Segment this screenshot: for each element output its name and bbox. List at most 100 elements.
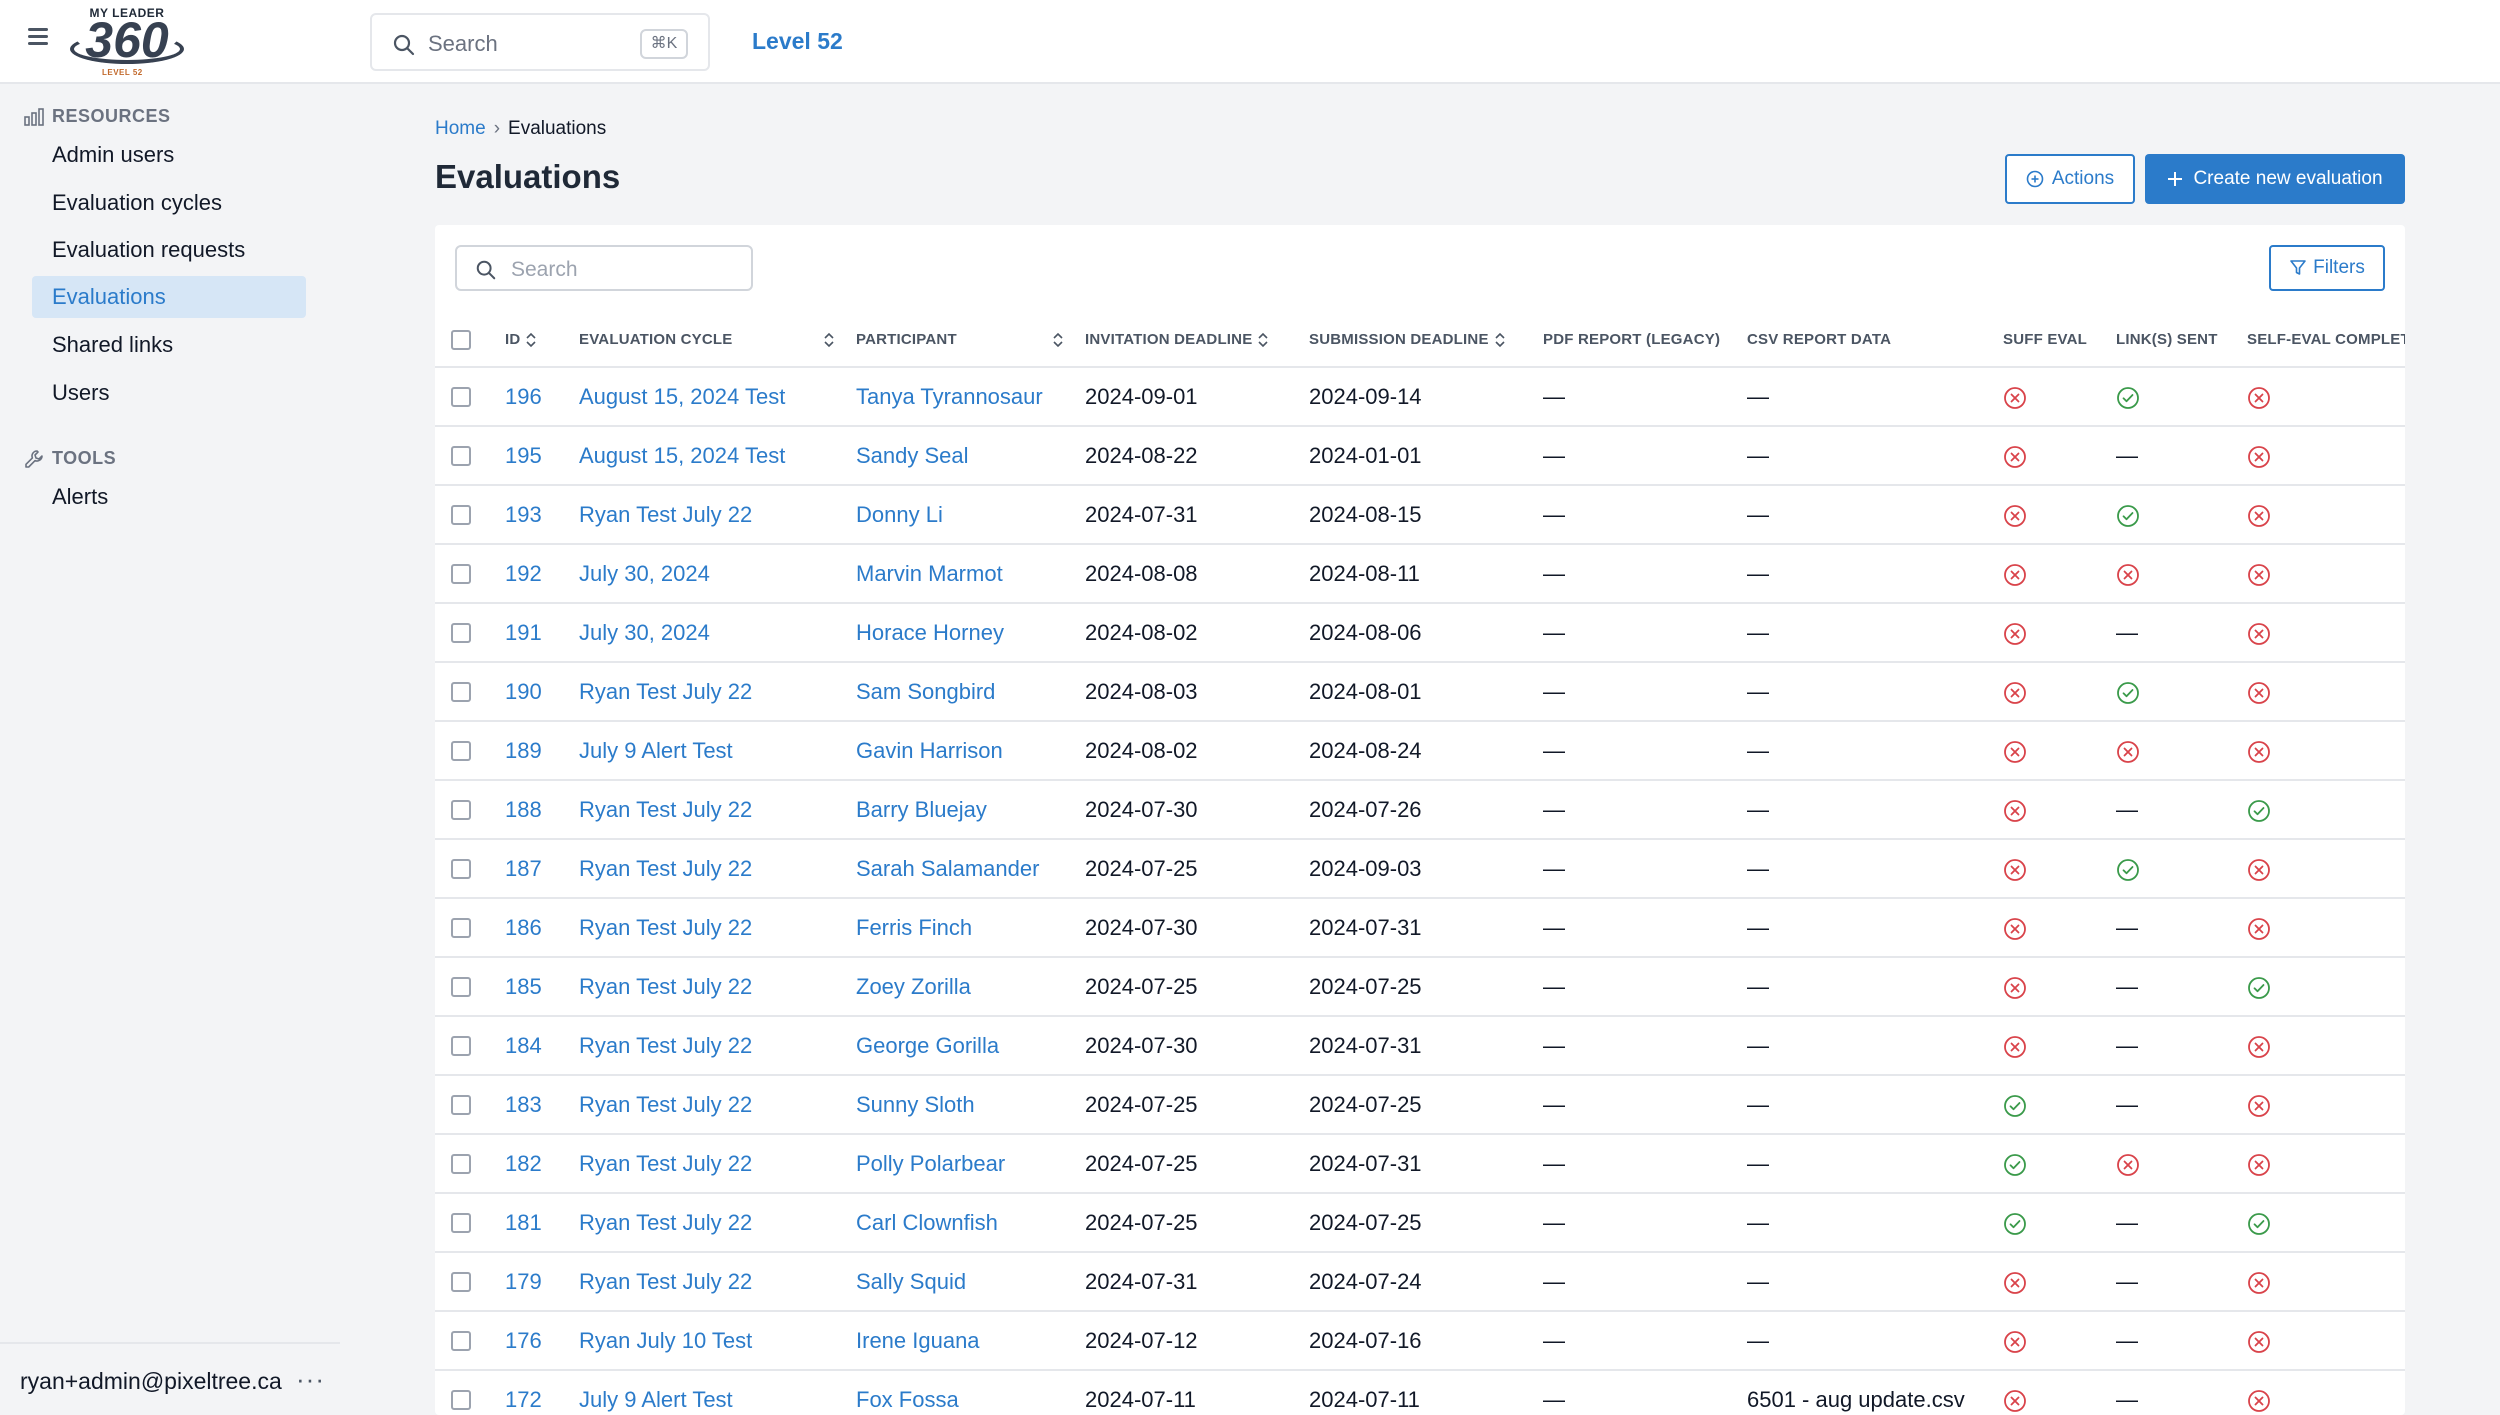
row-cycle-link[interactable]: Ryan Test July 22 (579, 679, 752, 704)
row-checkbox[interactable] (451, 504, 471, 525)
table-row[interactable]: 186 Ryan Test July 22 Ferris Finch 2024-07-… (435, 898, 2405, 958)
brand-link[interactable]: Level 52 (752, 28, 843, 55)
menu-icon[interactable] (28, 28, 48, 48)
row-checkbox[interactable] (451, 386, 471, 407)
table-row[interactable]: 182 Ryan Test July 22 Polly Polarbear 2024-… (435, 1134, 2405, 1194)
row-participant-link[interactable]: Sally Squid (856, 1269, 966, 1294)
row-cycle-link[interactable]: Ryan Test July 22 (579, 1210, 752, 1235)
row-participant-link[interactable]: Zoey Zorilla (856, 974, 971, 999)
more-options-icon[interactable]: ··· (296, 1364, 325, 1395)
row-id-link[interactable]: 190 (505, 679, 542, 704)
row-participant-link[interactable]: Sandy Seal (856, 443, 969, 468)
row-checkbox[interactable] (451, 1094, 471, 1115)
sidebar-item-alerts[interactable]: Alerts (32, 476, 306, 518)
table-search-input[interactable]: Search (455, 245, 753, 291)
row-cycle-link[interactable]: July 9 Alert Test (579, 738, 733, 763)
table-row[interactable]: 183 Ryan Test July 22 Sunny Sloth 2024-07-2… (435, 1075, 2405, 1135)
row-checkbox[interactable] (451, 445, 471, 466)
row-participant-link[interactable]: Sarah Salamander (856, 856, 1039, 881)
row-participant-link[interactable]: Fox Fossa (856, 1387, 959, 1412)
table-row[interactable]: 196 August 15, 2024 Test Tanya Tyrannosaur… (435, 367, 2405, 427)
select-all-checkbox[interactable] (451, 329, 471, 350)
row-participant-link[interactable]: Tanya Tyrannosaur (856, 384, 1043, 409)
table-row[interactable]: 184 Ryan Test July 22 George Gorilla 2024-0… (435, 1016, 2405, 1076)
table-row[interactable]: 188 Ryan Test July 22 Barry Bluejay 2024-07… (435, 780, 2405, 840)
row-id-link[interactable]: 186 (505, 915, 542, 940)
table-row[interactable]: 192 July 30, 2024 Marvin Marmot 2024-08-08 2… (435, 544, 2405, 604)
row-cycle-link[interactable]: July 30, 2024 (579, 620, 710, 645)
row-cycle-link[interactable]: August 15, 2024 Test (579, 384, 785, 409)
row-checkbox[interactable] (451, 622, 471, 643)
row-id-link[interactable]: 189 (505, 738, 542, 763)
sidebar-item-shared-links[interactable]: Shared links (32, 324, 306, 366)
row-checkbox[interactable] (451, 1212, 471, 1233)
row-checkbox[interactable] (451, 740, 471, 761)
row-id-link[interactable]: 187 (505, 856, 542, 881)
row-checkbox[interactable] (451, 799, 471, 820)
row-checkbox[interactable] (451, 1035, 471, 1056)
table-row[interactable]: 193 Ryan Test July 22 Donny Li 2024-07-31 20… (435, 485, 2405, 545)
row-id-link[interactable]: 196 (505, 384, 542, 409)
row-cycle-link[interactable]: Ryan Test July 22 (579, 1151, 752, 1176)
create-evaluation-button[interactable]: Create new evaluation (2145, 154, 2405, 204)
table-row[interactable]: 191 July 30, 2024 Horace Horney 2024-08-02 2… (435, 603, 2405, 663)
row-id-link[interactable]: 182 (505, 1151, 542, 1176)
row-participant-link[interactable]: Sunny Sloth (856, 1092, 975, 1117)
global-search-input[interactable]: Search ⌘K (370, 13, 710, 71)
row-id-link[interactable]: 193 (505, 502, 542, 527)
row-cycle-link[interactable]: Ryan Test July 22 (579, 502, 752, 527)
row-id-link[interactable]: 195 (505, 443, 542, 468)
header-participant[interactable]: PARTICIPANT (856, 313, 1085, 368)
row-id-link[interactable]: 192 (505, 561, 542, 586)
row-participant-link[interactable]: Sam Songbird (856, 679, 995, 704)
table-row[interactable]: 172 July 9 Alert Test Fox Fossa 2024-07-11 2… (435, 1370, 2405, 1415)
row-cycle-link[interactable]: Ryan Test July 22 (579, 1269, 752, 1294)
row-participant-link[interactable]: Gavin Harrison (856, 738, 1003, 763)
table-row[interactable]: 195 August 15, 2024 Test Sandy Seal 2024-08… (435, 426, 2405, 486)
table-row[interactable]: 190 Ryan Test July 22 Sam Songbird 2024-08-… (435, 662, 2405, 722)
row-cycle-link[interactable]: Ryan Test July 22 (579, 915, 752, 940)
row-id-link[interactable]: 172 (505, 1387, 542, 1412)
sidebar-item-evaluation-requests[interactable]: Evaluation requests (32, 229, 306, 271)
table-row[interactable]: 185 Ryan Test July 22 Zoey Zorilla 2024-07-… (435, 957, 2405, 1017)
row-participant-link[interactable]: Donny Li (856, 502, 943, 527)
row-participant-link[interactable]: Irene Iguana (856, 1328, 980, 1353)
row-participant-link[interactable]: Ferris Finch (856, 915, 972, 940)
row-checkbox[interactable] (451, 1271, 471, 1292)
sidebar-item-evaluations[interactable]: Evaluations (32, 276, 306, 318)
row-cycle-link[interactable]: August 15, 2024 Test (579, 443, 785, 468)
breadcrumb-home[interactable]: Home (435, 118, 486, 139)
row-participant-link[interactable]: Polly Polarbear (856, 1151, 1005, 1176)
row-participant-link[interactable]: Horace Horney (856, 620, 1004, 645)
row-cycle-link[interactable]: Ryan Test July 22 (579, 1092, 752, 1117)
row-cycle-link[interactable]: July 30, 2024 (579, 561, 710, 586)
row-cycle-link[interactable]: July 9 Alert Test (579, 1387, 733, 1412)
table-row[interactable]: 179 Ryan Test July 22 Sally Squid 2024-07-3… (435, 1252, 2405, 1312)
row-checkbox[interactable] (451, 681, 471, 702)
row-checkbox[interactable] (451, 1389, 471, 1410)
row-participant-link[interactable]: Carl Clownfish (856, 1210, 998, 1235)
sidebar-item-admin-users[interactable]: Admin users (32, 134, 306, 176)
table-row[interactable]: 176 Ryan July 10 Test Irene Iguana 2024-07-… (435, 1311, 2405, 1371)
row-checkbox[interactable] (451, 976, 471, 997)
row-cycle-link[interactable]: Ryan Test July 22 (579, 974, 752, 999)
row-cycle-link[interactable]: Ryan Test July 22 (579, 1033, 752, 1058)
row-checkbox[interactable] (451, 1330, 471, 1351)
row-id-link[interactable]: 179 (505, 1269, 542, 1294)
header-submission-deadline[interactable]: SUBMISSION DEADLINE (1309, 313, 1543, 368)
row-id-link[interactable]: 176 (505, 1328, 542, 1353)
table-row[interactable]: 187 Ryan Test July 22 Sarah Salamander 2024… (435, 839, 2405, 899)
sidebar-item-evaluation-cycles[interactable]: Evaluation cycles (32, 182, 306, 224)
row-id-link[interactable]: 183 (505, 1092, 542, 1117)
row-id-link[interactable]: 185 (505, 974, 542, 999)
row-id-link[interactable]: 191 (505, 620, 542, 645)
row-cycle-link[interactable]: Ryan Test July 22 (579, 797, 752, 822)
sidebar-item-users[interactable]: Users (32, 372, 306, 414)
row-id-link[interactable]: 188 (505, 797, 542, 822)
row-participant-link[interactable]: Marvin Marmot (856, 561, 1003, 586)
row-checkbox[interactable] (451, 917, 471, 938)
logo[interactable]: MY LEADER 360 LEVEL 52 (62, 6, 192, 78)
header-evaluation-cycle[interactable]: EVALUATION CYCLE (579, 313, 856, 368)
actions-button[interactable]: Actions (2005, 154, 2135, 204)
table-row[interactable]: 181 Ryan Test July 22 Carl Clownfish 2024-0… (435, 1193, 2405, 1253)
